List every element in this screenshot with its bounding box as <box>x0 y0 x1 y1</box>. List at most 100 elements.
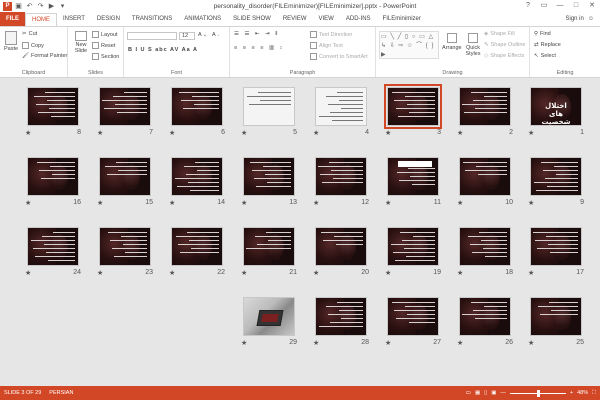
tab-animations[interactable]: ANIMATIONS <box>178 13 227 26</box>
save-icon[interactable]: ▣ <box>14 2 23 11</box>
slide-thumbnail[interactable] <box>315 87 367 126</box>
slide-thumbnail[interactable] <box>315 157 367 196</box>
slide-thumbnail[interactable] <box>459 87 511 126</box>
slide-transition-star-icon[interactable]: ★ <box>169 199 175 207</box>
normal-view-icon[interactable]: ▭ <box>466 390 471 396</box>
tab-design[interactable]: DESIGN <box>91 13 126 26</box>
zoom-slider-thumb[interactable] <box>536 389 540 397</box>
slide-thumbnail[interactable] <box>315 227 367 266</box>
slide-transition-star-icon[interactable]: ★ <box>313 129 319 137</box>
slide-thumbnail[interactable] <box>459 297 511 336</box>
shape-outline-button[interactable]: ✎ Shape Outline <box>484 42 525 48</box>
slide-thumbnail[interactable] <box>387 227 439 266</box>
shape-effects-button[interactable]: ◇ Shape Effects <box>484 53 524 59</box>
ribbon-display-icon[interactable]: ▭ <box>536 0 552 12</box>
slide-transition-star-icon[interactable]: ★ <box>97 269 103 277</box>
slide-thumbnail[interactable] <box>387 157 439 196</box>
align-buttons[interactable]: ≡ ≡ ≡ ≡ ▥ ↕ <box>234 45 284 51</box>
convert-smartart-button[interactable]: Convert to SmartArt <box>310 53 368 60</box>
slide-thumbnail[interactable] <box>99 87 151 126</box>
tab-file[interactable]: FILE <box>0 12 25 26</box>
reset-button[interactable]: Reset <box>92 42 115 49</box>
slide-thumbnail[interactable] <box>243 227 295 266</box>
slide-transition-star-icon[interactable]: ★ <box>313 269 319 277</box>
shrink-font-button[interactable]: A- <box>212 32 219 38</box>
list-buttons[interactable]: ☰ ☰ ⇤ ⇥ ‖ <box>234 31 279 37</box>
maximize-icon[interactable]: □ <box>568 0 584 12</box>
slide-transition-star-icon[interactable]: ★ <box>97 129 103 137</box>
zoom-out-icon[interactable]: — <box>500 390 506 396</box>
slide-thumbnail[interactable] <box>27 87 79 126</box>
slide-transition-star-icon[interactable]: ★ <box>457 199 463 207</box>
layout-button[interactable]: Layout <box>92 31 118 38</box>
font-format-buttons[interactable]: B I U S abc AV Aa A <box>128 47 198 53</box>
slide-thumbnail[interactable] <box>459 157 511 196</box>
undo-icon[interactable]: ↶ <box>25 2 34 11</box>
slide-transition-star-icon[interactable]: ★ <box>97 199 103 207</box>
slide-transition-star-icon[interactable]: ★ <box>169 269 175 277</box>
slide-thumbnail[interactable] <box>315 297 367 336</box>
quick-styles-button[interactable]: Quick Styles <box>464 33 482 57</box>
zoom-in-icon[interactable]: + <box>570 390 573 396</box>
slide-transition-star-icon[interactable]: ★ <box>385 339 391 347</box>
tab-add-ins[interactable]: ADD-INS <box>340 13 377 26</box>
slide-thumbnail[interactable] <box>243 87 295 126</box>
slide-transition-star-icon[interactable]: ★ <box>25 269 31 277</box>
tab-transitions[interactable]: TRANSITIONS <box>126 13 178 26</box>
slide-thumbnail[interactable] <box>530 157 582 196</box>
slide-transition-star-icon[interactable]: ★ <box>385 129 391 137</box>
redo-icon[interactable]: ↷ <box>36 2 45 11</box>
slide-sorter-icon[interactable]: ▦ <box>475 390 480 396</box>
slide-transition-star-icon[interactable]: ★ <box>457 269 463 277</box>
language-indicator[interactable]: PERSIAN <box>49 390 73 396</box>
slide-transition-star-icon[interactable]: ★ <box>528 129 534 137</box>
close-icon[interactable]: ✕ <box>584 0 600 12</box>
slide-show-icon[interactable]: ▣ <box>491 390 496 396</box>
slide-transition-star-icon[interactable]: ★ <box>528 199 534 207</box>
slide-thumbnail[interactable] <box>384 84 442 129</box>
paste-button[interactable]: Paste <box>4 31 18 52</box>
slide-transition-star-icon[interactable]: ★ <box>25 199 31 207</box>
tab-insert[interactable]: INSERT <box>57 13 91 26</box>
slide-counter[interactable]: SLIDE 3 OF 29 <box>4 390 41 396</box>
slide-transition-star-icon[interactable]: ★ <box>25 129 31 137</box>
slide-thumbnail[interactable] <box>530 227 582 266</box>
slide-thumbnail[interactable] <box>99 227 151 266</box>
slide-transition-star-icon[interactable]: ★ <box>241 269 247 277</box>
slide-transition-star-icon[interactable]: ★ <box>457 339 463 347</box>
slide-thumbnail[interactable] <box>99 157 151 196</box>
slide-transition-star-icon[interactable]: ★ <box>313 199 319 207</box>
tab-fileminimizer[interactable]: FILEminimizer <box>377 13 427 26</box>
tab-view[interactable]: VIEW <box>313 13 340 26</box>
arrange-button[interactable]: Arrange <box>442 33 462 51</box>
slide-transition-star-icon[interactable]: ★ <box>385 269 391 277</box>
slide-transition-star-icon[interactable]: ★ <box>313 339 319 347</box>
slide-thumbnail[interactable] <box>171 157 223 196</box>
format-painter-button[interactable]: 🖌 Format Painter <box>22 53 67 59</box>
slide-transition-star-icon[interactable]: ★ <box>241 339 247 347</box>
slide-transition-star-icon[interactable]: ★ <box>528 269 534 277</box>
tab-slide-show[interactable]: SLIDE SHOW <box>227 13 277 26</box>
slide-thumbnail[interactable] <box>171 227 223 266</box>
slide-transition-star-icon[interactable]: ★ <box>528 339 534 347</box>
cut-button[interactable]: ✂ Cut <box>22 31 37 37</box>
font-size-field[interactable]: 12 <box>179 32 195 40</box>
select-button[interactable]: ↖ Select <box>534 53 556 59</box>
slide-transition-star-icon[interactable]: ★ <box>169 129 175 137</box>
slide-thumbnail[interactable] <box>387 297 439 336</box>
text-direction-button[interactable]: Text Direction <box>310 31 352 38</box>
zoom-level[interactable]: 48% <box>577 390 588 396</box>
copy-button[interactable]: Copy <box>22 42 44 49</box>
shapes-gallery[interactable]: ▭ ╲ ╱ ▯ ○ ▭ △ ↳ ⇩ ⇨ ☆ ⌒ { } ▶ <box>379 31 439 59</box>
slide-thumbnail[interactable] <box>459 227 511 266</box>
slide-transition-star-icon[interactable]: ★ <box>457 129 463 137</box>
slide-thumbnail[interactable] <box>171 87 223 126</box>
help-icon[interactable]: ? <box>520 0 536 12</box>
new-slide-button[interactable]: New Slide <box>72 31 90 54</box>
slide-transition-star-icon[interactable]: ★ <box>241 129 247 137</box>
align-text-button[interactable]: Align Text <box>310 42 343 49</box>
tab-review[interactable]: REVIEW <box>277 13 313 26</box>
slide-thumbnail[interactable] <box>27 227 79 266</box>
zoom-slider[interactable] <box>509 389 566 397</box>
sign-in-link[interactable]: Sign in <box>566 13 584 26</box>
